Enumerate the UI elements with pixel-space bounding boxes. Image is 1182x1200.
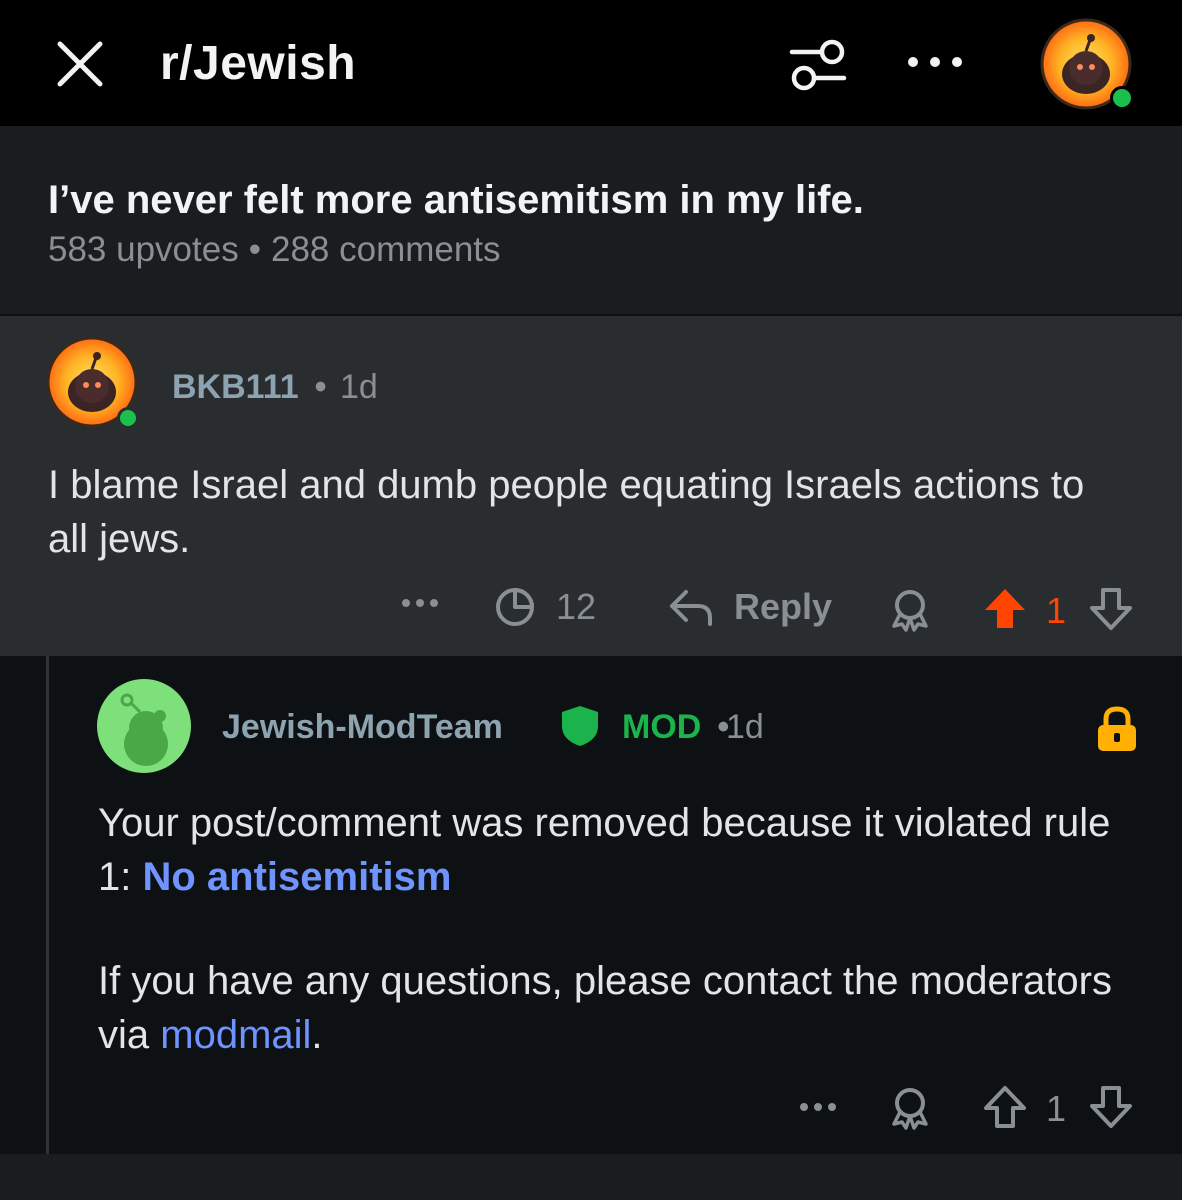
- vote-count: 1: [1046, 590, 1067, 631]
- comment-modteam[interactable]: Jewish-ModTeam MOD • 1d Your post/comment…: [50, 656, 1182, 1154]
- post-meta: 583 upvotes • 288 comments: [48, 230, 501, 270]
- reply-label: Reply: [734, 586, 833, 627]
- more-options-icon[interactable]: [400, 596, 440, 610]
- more-options-icon[interactable]: [905, 50, 965, 74]
- upvote-arrow-icon: [985, 589, 1025, 628]
- comment-body: I blame Israel and dumb people equating …: [48, 463, 1085, 561]
- user-avatar[interactable]: [1040, 18, 1136, 114]
- downvote-button[interactable]: [1088, 1084, 1134, 1130]
- subreddit-name[interactable]: r/Jewish: [160, 36, 356, 91]
- lock-icon: [1096, 706, 1138, 752]
- upvote-button[interactable]: [982, 1084, 1028, 1130]
- close-icon[interactable]: [52, 36, 108, 92]
- separator: •: [314, 368, 327, 406]
- post-header[interactable]: I’ve never felt more antisemitism in my …: [0, 126, 1182, 314]
- removal-message: Your post/comment was removed because it…: [98, 801, 1111, 899]
- downvote-button[interactable]: [1088, 586, 1134, 632]
- reply-arrow-icon: [670, 590, 712, 626]
- downvote-arrow-icon: [1090, 1086, 1132, 1128]
- upvote-button[interactable]: [982, 586, 1028, 632]
- separator: •: [248, 230, 261, 269]
- reply-button[interactable]: Reply: [668, 586, 832, 628]
- comment-time: 1d: [726, 708, 764, 746]
- post-title[interactable]: I’ve never felt more antisemitism in my …: [48, 178, 864, 223]
- comment-time: 1d: [340, 368, 378, 406]
- comment-count: 288 comments: [270, 230, 501, 269]
- comment-username[interactable]: BKB111 •: [172, 368, 327, 407]
- award-icon[interactable]: [888, 588, 932, 632]
- modmail-link[interactable]: modmail: [160, 1013, 311, 1057]
- comment-bkb111[interactable]: BKB111 • 1d I blame Israel and dumb peopl…: [0, 316, 1182, 656]
- mod-shield-icon: [558, 704, 602, 748]
- replies-count: 12: [556, 586, 597, 627]
- thread-line[interactable]: [46, 656, 49, 1154]
- upvote-count: 583 upvotes: [48, 230, 239, 269]
- replies-clock-icon: [496, 588, 534, 626]
- mod-avatar[interactable]: [96, 678, 192, 774]
- award-icon[interactable]: [888, 1086, 932, 1130]
- mod-badge: MOD •: [622, 708, 730, 746]
- bottom-strip: [0, 1154, 1182, 1200]
- downvote-arrow-icon: [1090, 588, 1132, 630]
- more-options-icon[interactable]: [798, 1100, 838, 1114]
- vote-count: 1: [1046, 1088, 1067, 1129]
- upvote-arrow-icon: [984, 1086, 1026, 1128]
- contact-message: If you have any questions, please contac…: [98, 959, 1112, 1057]
- mod-username[interactable]: Jewish-ModTeam: [222, 708, 503, 747]
- top-bar: r/Jewish: [0, 0, 1182, 126]
- commenter-avatar[interactable]: [46, 336, 142, 432]
- replies-button[interactable]: 12: [494, 586, 596, 628]
- sort-icon[interactable]: [786, 32, 850, 96]
- mod-comment-body: Your post/comment was removed because it…: [98, 796, 1138, 1112]
- rule-link[interactable]: No antisemitism: [142, 855, 451, 899]
